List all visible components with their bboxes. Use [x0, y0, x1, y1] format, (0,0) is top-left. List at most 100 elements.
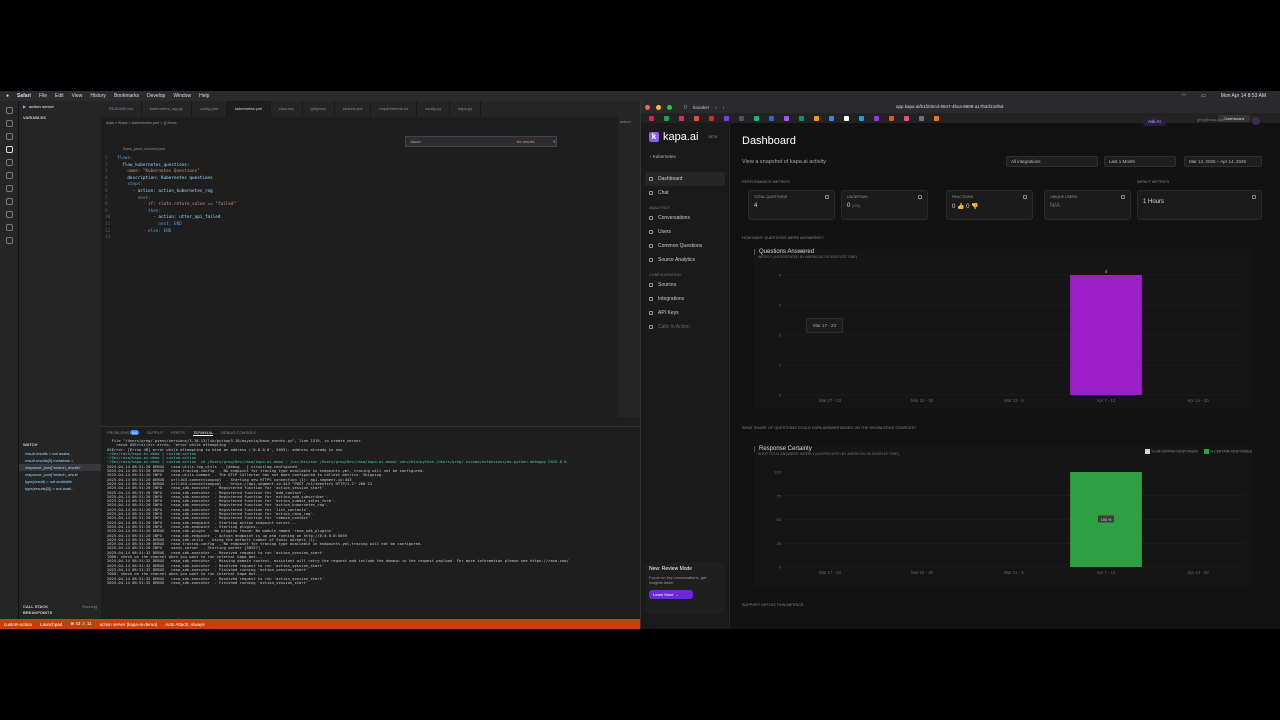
variables-header[interactable]: VARIABLES	[19, 112, 101, 123]
legend-item[interactable]: % CERTAIN RESPONSES	[1204, 449, 1252, 454]
watch-item[interactable]: type(results[0]) = not avail..	[19, 485, 101, 492]
problems-status[interactable]: ⊗ 43 ⚠ 11	[70, 621, 91, 627]
user-avatar[interactable]	[1252, 117, 1260, 125]
favorite-icon[interactable]	[829, 115, 834, 121]
project-select[interactable]: ‹ Kubernetes	[647, 151, 723, 162]
terminal-output[interactable]: File "/Users/greg/.pyenv/versions/3.10.1…	[101, 439, 640, 585]
menu-app[interactable]: Safari	[17, 93, 31, 99]
integrations-select[interactable]: All integrations	[1006, 156, 1098, 167]
call-stack-header[interactable]: CALL STACK	[23, 604, 48, 609]
favorite-icon[interactable]	[649, 115, 654, 121]
watch-item[interactable]: type(result) = not available	[19, 478, 101, 485]
favorite-icon[interactable]	[709, 115, 714, 121]
source-control-icon[interactable]	[5, 133, 13, 140]
tab[interactable]: config.py	[417, 101, 451, 117]
tab-active[interactable]: kubernetes.yml	[226, 101, 272, 117]
tab-problems[interactable]: PROBLEMS 64	[107, 430, 139, 436]
tab[interactable]: gitignore	[303, 101, 335, 117]
search-icon[interactable]	[5, 120, 13, 127]
branch-status[interactable]: custom-action	[4, 622, 32, 627]
response-certainty-plot[interactable]: 0 25 50 75 100 Mar 17 - 23 Mar 24 - 30 Mar 31 -…	[754, 464, 1252, 579]
nav-conversations[interactable]: Conversations	[641, 211, 729, 225]
favorite-icon[interactable]	[814, 115, 819, 121]
menu-view[interactable]: View	[72, 93, 83, 99]
outline-label[interactable]: action	[618, 117, 640, 126]
menubar-clock[interactable]: Mon Apr 14 8:53 AM	[1221, 93, 1266, 99]
tab[interactable]: kubernetes_rag.py	[142, 101, 192, 117]
info-icon[interactable]	[1252, 195, 1256, 199]
watch-item[interactable]: response_json["search_result	[19, 471, 101, 478]
play-icon[interactable]: ▶	[23, 104, 26, 109]
tab[interactable]: README.md	[101, 101, 142, 117]
favorite-icon[interactable]	[904, 115, 909, 121]
favorite-icon[interactable]	[784, 115, 789, 121]
legend-item[interactable]: % UNCERTAIN RESPONSES	[1145, 449, 1198, 454]
nav-calls-to-action[interactable]: Calls to Action	[641, 320, 729, 334]
terminal-icon[interactable]	[5, 237, 13, 244]
nav-sources[interactable]: Sources	[641, 278, 729, 292]
tab-output[interactable]: OUTPUT	[147, 430, 163, 436]
ask-ai-button[interactable]: Ask AI	[1143, 117, 1166, 126]
favorite-icon[interactable]	[859, 115, 864, 121]
forward-icon[interactable]: ›	[723, 105, 725, 110]
find-input[interactable]: Jason	[410, 139, 421, 144]
watch-item[interactable]: result.results[0].metadata =	[19, 457, 101, 464]
run-config-select[interactable]: action server	[29, 104, 54, 109]
favorite-icon[interactable]	[739, 115, 744, 121]
favorite-icon[interactable]	[934, 115, 939, 121]
favorite-icon[interactable]	[679, 115, 684, 121]
watch-header[interactable]: WATCH	[19, 439, 101, 450]
favorite-icon[interactable]	[874, 115, 879, 121]
tab-ports[interactable]: PORTS	[171, 430, 185, 436]
remote-icon[interactable]	[5, 172, 13, 179]
docker-icon[interactable]	[5, 198, 13, 205]
close-button[interactable]	[645, 104, 650, 110]
menu-history[interactable]: History	[90, 93, 106, 99]
menu-bookmarks[interactable]: Bookmarks	[114, 93, 139, 99]
database-icon[interactable]	[5, 211, 13, 218]
tab[interactable]: config.yml	[192, 101, 227, 117]
battery-icon[interactable]: ▭	[1201, 93, 1206, 99]
kapa-logo[interactable]: k kapa.ai BETA	[641, 123, 729, 143]
testing-icon[interactable]	[5, 185, 13, 192]
favorite-icon[interactable]	[694, 115, 699, 121]
favorite-icon[interactable]	[919, 115, 924, 121]
address-bar[interactable]: app.kapa.ai/b1f23ecd-5847-4bca-8608-a17b…	[896, 104, 1003, 109]
close-icon[interactable]: ✕	[553, 139, 556, 144]
favorite-icon[interactable]	[769, 115, 774, 121]
range-select[interactable]: Last 1 Month	[1104, 156, 1176, 167]
menu-window[interactable]: Window	[173, 93, 191, 99]
info-icon[interactable]	[1023, 195, 1027, 199]
apple-icon[interactable]: ●	[6, 93, 9, 99]
menu-file[interactable]: File	[39, 93, 47, 99]
tab[interactable]: kapa.py	[450, 101, 482, 117]
menu-edit[interactable]: Edit	[55, 93, 64, 99]
debug-status[interactable]: action server (kapa-ai-demo)	[100, 622, 158, 627]
back-icon[interactable]: ‹	[715, 105, 717, 110]
launchpad-status[interactable]: Launchpad	[40, 622, 62, 627]
date-range-select[interactable]: Mar 14, 2025 – Apr 14, 2025	[1184, 156, 1262, 167]
tab[interactable]: requirements.txt	[371, 101, 418, 117]
zoom-button[interactable]	[667, 104, 672, 110]
python-icon[interactable]	[5, 224, 13, 231]
profile-select[interactable]: Snooker	[692, 105, 709, 110]
menu-develop[interactable]: Develop	[147, 93, 165, 99]
run-debug-icon[interactable]	[5, 146, 13, 153]
info-icon[interactable]	[825, 195, 829, 199]
tab-terminal[interactable]: TERMINAL	[192, 430, 214, 436]
nav-chat[interactable]: Chat	[641, 186, 729, 200]
info-icon[interactable]	[918, 195, 922, 199]
sidebar-icon[interactable]: ▯	[684, 104, 686, 110]
tab-debug-console[interactable]: DEBUG CONSOLE	[221, 430, 256, 436]
nav-common-questions[interactable]: Common Questions	[641, 239, 729, 253]
favorite-icon[interactable]	[799, 115, 804, 121]
explorer-icon[interactable]	[5, 107, 13, 114]
nav-source-analytics[interactable]: Source Analytics	[641, 253, 729, 267]
menu-help[interactable]: Help	[199, 93, 209, 99]
breadcrumb[interactable]: data > flows > kubernetes.yml > {} flows	[101, 117, 640, 128]
tab[interactable]: rasa.md	[271, 101, 303, 117]
favorite-icon[interactable]	[724, 115, 729, 121]
info-icon[interactable]	[1121, 195, 1125, 199]
nav-users[interactable]: Users	[641, 225, 729, 239]
nav-api-keys[interactable]: API Keys	[641, 306, 729, 320]
